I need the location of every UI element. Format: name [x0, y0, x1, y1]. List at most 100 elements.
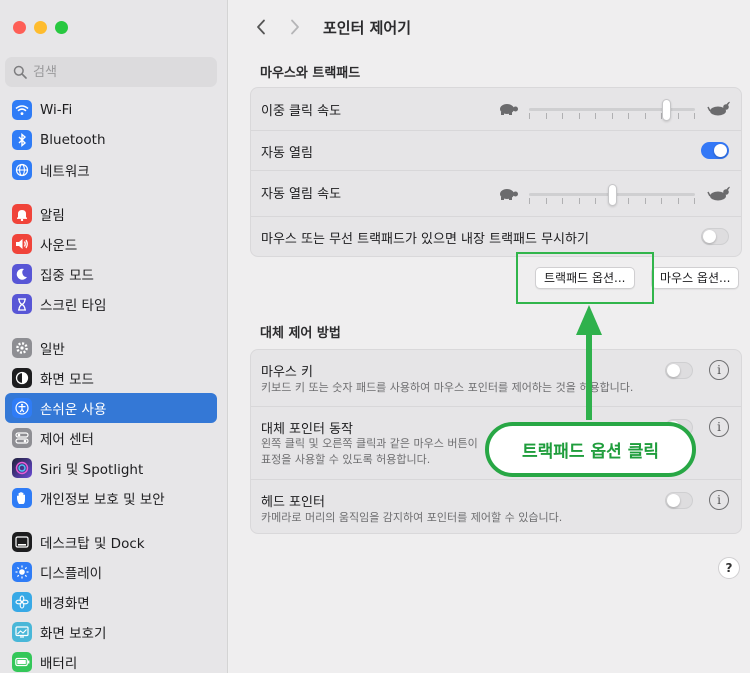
sidebar-item-label: 배경화면 — [40, 596, 90, 612]
siri-icon — [12, 458, 32, 478]
sidebar-item-bluetooth[interactable]: Bluetooth — [5, 125, 217, 155]
mouse-keys-label: 마우스 키 — [261, 365, 313, 380]
mouse-options-button[interactable]: 마우스 옵션... — [651, 267, 740, 289]
sidebar-item-battery[interactable]: 배터리 — [5, 647, 217, 673]
sidebar-item-general[interactable]: 일반 — [5, 333, 217, 363]
row-head-pointer: 헤드 포인터 카메라로 머리의 움직임을 감지하여 포인터를 제어할 수 있습니… — [251, 480, 741, 533]
sidebar-item-label: 네트워크 — [40, 164, 90, 180]
sidebar-item-notifications[interactable]: 알림 — [5, 199, 217, 229]
slider-tick — [546, 198, 547, 204]
highlight-box — [516, 252, 654, 304]
sidebar-item-control-center[interactable]: 제어 센터 — [5, 423, 217, 453]
slider-tick — [546, 113, 547, 119]
spring-loading-speed-slider[interactable] — [529, 184, 695, 206]
mouse-keys-toggle[interactable] — [665, 362, 693, 379]
row-spring-loading-speed: 자동 열림 속도 — [251, 171, 741, 217]
back-button[interactable] — [251, 17, 271, 37]
speaker-icon — [12, 234, 32, 254]
sidebar-item-accessibility[interactable]: 손쉬운 사용 — [5, 393, 217, 423]
sidebar-item-label: Bluetooth — [40, 132, 106, 148]
sidebar-item-sound[interactable]: 사운드 — [5, 229, 217, 259]
sidebar-item-label: 사운드 — [40, 238, 78, 254]
sun-icon — [12, 562, 32, 582]
slider-knob[interactable] — [608, 184, 617, 206]
slider-knob[interactable] — [662, 99, 671, 121]
search-field[interactable] — [5, 57, 217, 87]
sidebar-item-screen-saver[interactable]: 화면 보호기 — [5, 617, 217, 647]
bell-icon — [12, 204, 32, 224]
gear-icon — [12, 338, 32, 358]
slider-tick — [645, 198, 646, 204]
sidebar-item-screen-time[interactable]: 스크린 타임 — [5, 289, 217, 319]
head-pointer-label: 헤드 포인터 — [261, 495, 325, 510]
search-icon — [13, 65, 27, 79]
row-double-click-speed: 이중 클릭 속도 — [251, 88, 741, 131]
sidebar-item-label: 화면 보호기 — [40, 626, 107, 642]
sidebar-item-label: 제어 센터 — [40, 432, 94, 448]
sidebar-item-label: Siri 및 Spotlight — [40, 462, 144, 478]
slider-tick — [579, 198, 580, 204]
slider-tick — [645, 113, 646, 119]
sidebar-item-desktop-dock[interactable]: 데스크탑 및 Dock — [5, 527, 217, 557]
forward-button[interactable] — [285, 17, 305, 37]
annotation-callout: 트랙패드 옵션 클릭 — [485, 422, 696, 477]
spring-loading-speed-label: 자동 열림 속도 — [261, 187, 342, 202]
spring-loading-toggle[interactable] — [701, 142, 729, 159]
slider-tick — [529, 113, 530, 119]
dock-icon — [12, 532, 32, 552]
control-center-icon — [12, 428, 32, 448]
spring-loading-label: 자동 열림 — [261, 146, 313, 161]
sidebar-item-label: 개인정보 보호 및 보안 — [40, 492, 165, 508]
sidebar-item-appearance[interactable]: 화면 모드 — [5, 363, 217, 393]
hare-icon — [707, 101, 730, 116]
window-controls — [13, 21, 68, 34]
slider-tick — [678, 113, 679, 119]
zoom-button[interactable] — [55, 21, 68, 34]
mouse-trackpad-group: 이중 클릭 속도 자동 열림 자동 열림 속도 마우스 또는 무선 트랙패드가 … — [250, 87, 742, 257]
double-click-speed-slider[interactable] — [529, 99, 695, 121]
turtle-icon — [500, 104, 518, 115]
sidebar-item-siri-spotlight[interactable]: Siri 및 Spotlight — [5, 453, 217, 483]
arrow-up-icon — [576, 305, 602, 420]
minimize-button[interactable] — [34, 21, 47, 34]
info-icon[interactable]: i — [709, 417, 729, 437]
sidebar-item-label: 집중 모드 — [40, 268, 94, 284]
sidebar-item-displays[interactable]: 디스플레이 — [5, 557, 217, 587]
slider-tick — [579, 113, 580, 119]
head-pointer-toggle[interactable] — [665, 492, 693, 509]
row-spring-loading: 자동 열림 — [251, 131, 741, 171]
page-title: 포인터 제어기 — [323, 18, 412, 37]
slider-tick — [661, 198, 662, 204]
sidebar-item-wallpaper[interactable]: 배경화면 — [5, 587, 217, 617]
slider-tick — [628, 198, 629, 204]
chevron-right-icon — [291, 19, 299, 35]
sidebar-item-label: 알림 — [40, 208, 65, 224]
ignore-trackpad-toggle[interactable] — [701, 228, 729, 245]
wifi-icon — [12, 100, 32, 120]
help-button[interactable]: ? — [718, 557, 740, 579]
hare-icon — [707, 186, 730, 201]
sidebar-item-privacy-security[interactable]: 개인정보 보호 및 보안 — [5, 483, 217, 513]
sidebar-item-label: 화면 모드 — [40, 372, 94, 388]
info-icon[interactable]: i — [709, 490, 729, 510]
alt-pointer-description-1: 왼쪽 클릭 및 오른쪽 클릭과 같은 마우스 버튼이 — [261, 437, 478, 450]
row-mouse-keys: 마우스 키 키보드 키 또는 숫자 패드를 사용하여 마우스 포인터를 제어하는… — [251, 350, 741, 407]
info-icon[interactable]: i — [709, 360, 729, 380]
sidebar-item-focus[interactable]: 집중 모드 — [5, 259, 217, 289]
sidebar-item-label: 스크린 타임 — [40, 298, 107, 314]
sidebar-item-network[interactable]: 네트워크 — [5, 155, 217, 185]
main-pane: 포인터 제어기 마우스와 트랙패드 이중 클릭 속도 자동 열림 자동 열림 속… — [229, 0, 750, 673]
settings-window: Wi-Fi Bluetooth 네트워크 알림 — [0, 0, 750, 673]
close-button[interactable] — [13, 21, 26, 34]
slider-tick — [678, 198, 679, 204]
sidebar-item-label: 디스플레이 — [40, 566, 103, 582]
slider-tick — [562, 198, 563, 204]
sidebar-item-wifi[interactable]: Wi-Fi — [5, 95, 217, 125]
search-input[interactable] — [33, 64, 203, 80]
ignore-trackpad-label: 마우스 또는 무선 트랙패드가 있으면 내장 트랙패드 무시하기 — [261, 232, 589, 247]
accessibility-icon — [12, 398, 32, 418]
sidebar-nav: Wi-Fi Bluetooth 네트워크 알림 사운드 집중 모드 스크린 타임… — [5, 95, 217, 673]
screensaver-icon — [12, 622, 32, 642]
hourglass-icon — [12, 294, 32, 314]
sidebar-item-label: 일반 — [40, 342, 65, 358]
